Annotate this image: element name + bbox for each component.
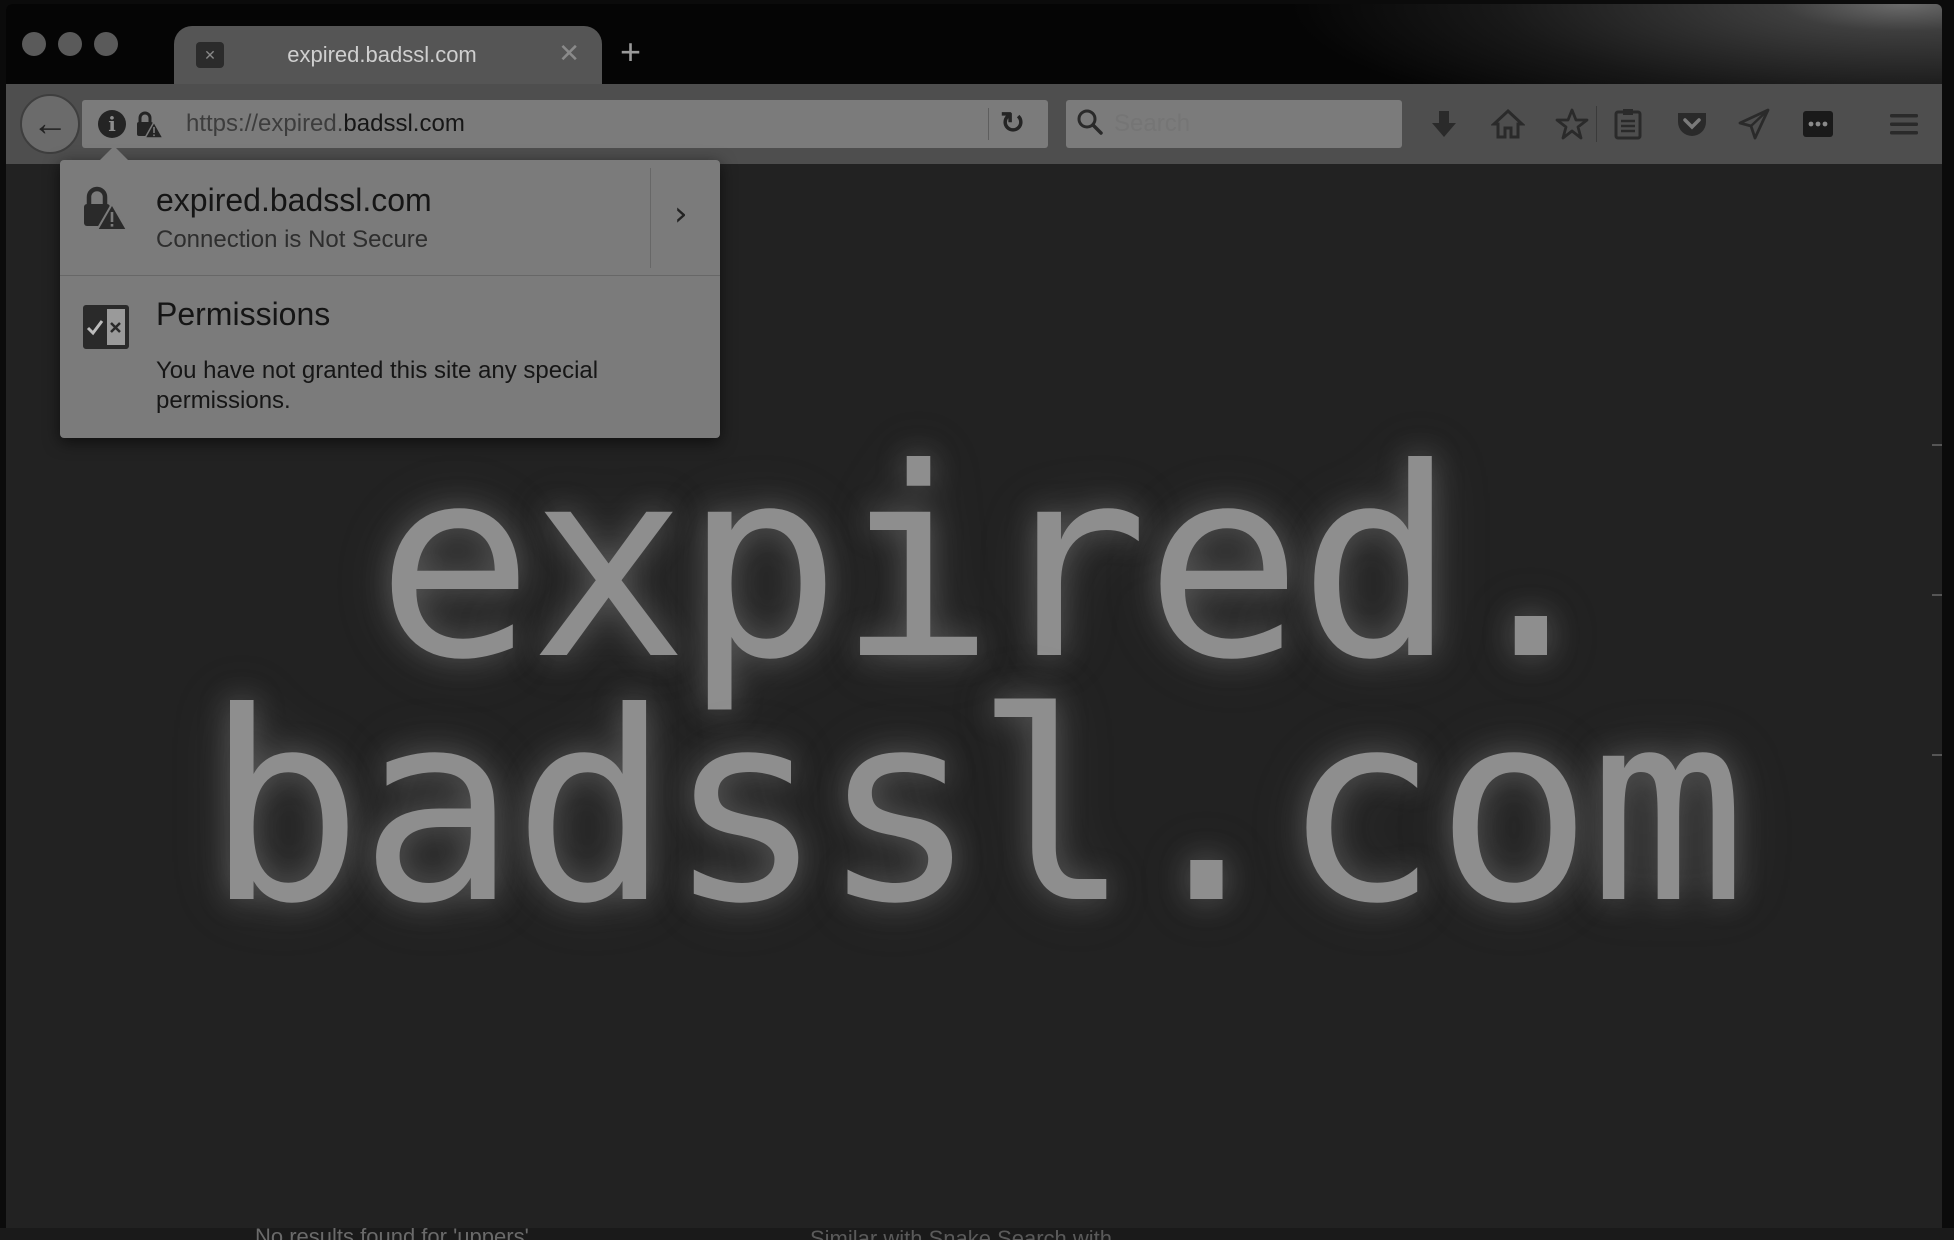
insecure-lock-icon [84,186,128,231]
permissions-description: You have not granted this site any speci… [156,357,599,414]
zoom-window-button[interactable] [94,32,118,56]
minimize-window-button[interactable] [58,32,82,56]
star-icon [1555,108,1589,140]
back-button[interactable]: ← [20,94,80,154]
new-tab-button[interactable]: + [620,34,641,70]
send-button[interactable] [1732,102,1776,146]
search-bar[interactable] [1066,100,1402,148]
tab-title: expired.badssl.com [287,42,477,67]
bookmarks-menu-button[interactable] [1606,102,1650,146]
url-bar[interactable]: i https://expired.badssl.com ↻ [82,100,1048,148]
more-dots-icon [1803,111,1833,137]
site-identity-popup: expired.badssl.com Connection is Not Sec… [60,146,720,438]
site-info-icon[interactable]: i [98,110,126,138]
toolbar-separator [1596,106,1597,142]
permissions-icon [83,305,129,349]
pocket-icon [1678,113,1706,136]
insecure-lock-icon[interactable] [134,110,164,140]
paper-plane-icon [1738,108,1770,140]
popup-divider [650,168,651,268]
connection-status: Connection is Not Secure [156,226,429,253]
popup-hostname: expired.badssl.com [156,182,432,218]
browser-window: ✕ expired.badssl.com ✕ + ← i https://exp… [6,4,1942,1228]
page-heading-line2: badssl.com [205,656,1746,961]
overflow-extension-button[interactable] [1796,102,1840,146]
tab-close-icon[interactable]: ✕ [558,38,580,69]
url-prefix: https://expired. [186,110,344,137]
clipboard-list-icon [1614,109,1642,140]
chevron-right-icon[interactable]: › [674,194,688,234]
tab-expired-badssl[interactable]: ✕ expired.badssl.com ✕ [174,26,602,86]
home-button[interactable] [1486,102,1530,146]
search-icon [1077,109,1103,135]
home-icon [1491,108,1525,139]
permissions-title: Permissions [156,296,331,332]
menu-button[interactable] [1882,102,1926,146]
reload-icon[interactable]: ↻ [1000,106,1025,141]
download-arrow-icon [1432,111,1456,137]
url-text[interactable]: https://expired.badssl.com [186,110,465,138]
close-window-button[interactable] [22,32,46,56]
pocket-button[interactable] [1670,102,1714,146]
edge-fragment [1932,754,1942,756]
edge-fragment [1932,594,1942,596]
broken-lock-icon: ✕ [196,42,224,68]
search-input[interactable] [1114,110,1384,138]
downloads-button[interactable] [1422,102,1466,146]
edge-fragment [1932,444,1942,446]
hamburger-menu-icon [1890,114,1918,135]
url-domain: badssl.com [343,110,465,137]
popup-arrow [100,146,128,160]
tab-bar: ✕ expired.badssl.com ✕ + [6,4,1942,164]
bookmark-button[interactable] [1550,102,1594,146]
connection-row[interactable]: expired.badssl.com Connection is Not Sec… [60,160,720,276]
background-text-right: Similar with Snake Search with [810,1226,1113,1240]
navigation-toolbar: ← i https://expired.badssl.com ↻ [6,84,1942,164]
url-divider [988,108,989,140]
